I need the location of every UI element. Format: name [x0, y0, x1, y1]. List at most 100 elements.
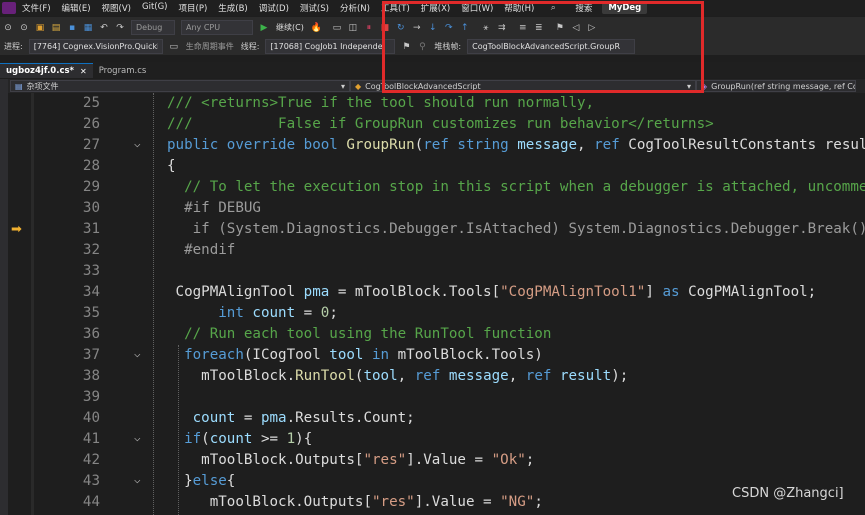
code-token: foreach — [167, 347, 244, 363]
code-token: in — [363, 347, 398, 363]
search-label[interactable]: 搜索 — [575, 2, 592, 14]
code-line[interactable]: 30 #if DEBUG — [0, 200, 865, 221]
fold-chevron-icon[interactable]: ⌵ — [134, 431, 141, 444]
code-token: ( — [201, 431, 210, 447]
new-file-icon[interactable]: ▣ — [35, 23, 45, 33]
code-token: #endif — [167, 242, 236, 258]
menu-item[interactable]: 窗口(W) — [461, 2, 493, 14]
tab-script-file[interactable]: ugboz4jf.0.cs* ✕ — [0, 63, 93, 78]
menu-item[interactable]: 编辑(E) — [62, 2, 91, 14]
flag-thread-icon[interactable]: ⚑ — [401, 42, 411, 52]
fold-chevron-icon[interactable]: ⌵ — [134, 137, 141, 150]
lifecycle-icon[interactable]: ▭ — [169, 42, 179, 52]
undo-icon[interactable]: ↶ — [99, 23, 109, 33]
menu-item[interactable]: 调试(D) — [259, 2, 289, 14]
play-icon[interactable]: ▶ — [259, 23, 269, 33]
code-token: ].Value = — [414, 494, 501, 510]
code-line[interactable]: 28 { — [0, 158, 865, 179]
fold-chevron-icon[interactable]: ⌵ — [134, 347, 141, 360]
fold-chevron-icon[interactable]: ⌵ — [134, 473, 141, 486]
menu-item[interactable]: Git(G) — [142, 2, 168, 14]
process-select[interactable]: [7764] Cognex.VisionPro.Quicki — [28, 39, 163, 54]
restart-icon[interactable]: ↻ — [396, 23, 406, 33]
code-token: int — [167, 305, 253, 321]
line-number: 28 — [82, 158, 100, 174]
code-line[interactable]: 34 CogPMAlignTool pma = mToolBlock.Tools… — [0, 284, 865, 305]
breakpoints-icon[interactable]: ⚹ — [481, 23, 491, 33]
code-editor[interactable]: 25 /// <returns>True if the tool should r… — [0, 93, 865, 515]
code-line[interactable]: 36 // Run each tool using the RunTool fu… — [0, 326, 865, 347]
uncomment-icon[interactable]: ≣ — [534, 23, 544, 33]
code-token: >= — [252, 431, 287, 447]
bookmark-icon[interactable]: ⚑ — [555, 23, 565, 33]
method-icon: ◈ — [701, 81, 708, 91]
save-icon[interactable]: ▪ — [67, 23, 77, 33]
menu-item[interactable]: 文件(F) — [22, 2, 51, 14]
code-line[interactable]: 40 count = pma.Results.Count; — [0, 410, 865, 431]
code-line[interactable]: 32 #endif — [0, 242, 865, 263]
code-token: "NG" — [500, 494, 535, 510]
menu-item[interactable]: 项目(P) — [179, 2, 208, 14]
code-line[interactable]: 26 /// False if GroupRun customizes run b… — [0, 116, 865, 137]
code-line[interactable]: 37 ⌵ foreach(ICogTool tool in mToolBlock.… — [0, 347, 865, 368]
open-folder-icon[interactable]: ▤ — [51, 23, 61, 33]
continue-button[interactable]: 继续(C) — [276, 22, 304, 33]
next-bookmark-icon[interactable]: ▷ — [587, 23, 597, 33]
code-token: count — [209, 431, 253, 447]
stack-frame-select[interactable]: CogToolBlockAdvancedScript.GroupR — [467, 39, 636, 54]
menu-item[interactable]: 扩展(X) — [421, 2, 450, 14]
comment-icon[interactable]: ≡ — [518, 23, 528, 33]
member-dropdown[interactable]: ◈ GroupRun(ref string message, ref Cog — [696, 80, 856, 92]
hot-reload-icon[interactable]: 🔥 — [311, 23, 322, 33]
line-number: 44 — [82, 494, 100, 510]
code-line[interactable]: 38 mToolBlock.RunTool(tool, ref message,… — [0, 368, 865, 389]
close-icon[interactable]: ✕ — [80, 67, 87, 76]
code-line[interactable]: 39 — [0, 389, 865, 410]
code-text: CogPMAlignTool pma = mToolBlock.Tools["C… — [167, 284, 817, 300]
code-line[interactable]: 35 int count = 0; — [0, 305, 865, 326]
step-out-icon[interactable]: ↑ — [460, 23, 470, 33]
code-token: "Ok" — [491, 452, 526, 468]
stop-icon[interactable]: ■ — [380, 23, 390, 33]
code-text: if (System.Diagnostics.Debugger.IsAttach… — [167, 221, 865, 237]
config-select[interactable]: Debug — [131, 20, 175, 35]
forward-icon[interactable]: ⊙ — [19, 23, 29, 33]
search-icon[interactable]: ⌕ — [548, 3, 558, 13]
code-line[interactable]: 33 — [0, 263, 865, 284]
lifecycle-events[interactable]: 生命周期事件 — [186, 41, 234, 52]
filter-icon[interactable]: ⚲ — [417, 42, 427, 52]
menu-item[interactable]: 工具(T) — [381, 2, 410, 14]
prev-bookmark-icon[interactable]: ◁ — [571, 23, 581, 33]
project-dropdown[interactable]: ▤ 杂项文件 ▾ — [10, 80, 350, 92]
class-dropdown[interactable]: ◆ CogToolBlockAdvancedScript ▾ — [350, 80, 696, 92]
save-all-icon[interactable]: ▦ — [83, 23, 93, 33]
platform-select[interactable]: Any CPU — [181, 20, 253, 35]
code-line[interactable]: 42 mToolBlock.Outputs["res"].Value = "Ok… — [0, 452, 865, 473]
code-line[interactable]: 41 ⌵ if(count >= 1){ — [0, 431, 865, 452]
code-line[interactable]: 31 if (System.Diagnostics.Debugger.IsAtt… — [0, 221, 865, 242]
redo-icon[interactable]: ↷ — [115, 23, 125, 33]
window-icon[interactable]: ◫ — [348, 23, 358, 33]
pause-icon[interactable]: ⏸ — [364, 23, 374, 33]
project-name[interactable]: MyDeg — [602, 2, 648, 14]
browser-icon[interactable]: ▭ — [332, 23, 342, 33]
project-dropdown-value: 杂项文件 — [26, 81, 59, 91]
menu-item[interactable]: 视图(V) — [102, 2, 131, 14]
code-line[interactable]: 25 /// <returns>True if the tool should r… — [0, 95, 865, 116]
code-token: (ICogTool — [243, 347, 330, 363]
menu-item[interactable]: 帮助(H) — [504, 2, 534, 14]
menu-item[interactable]: 分析(N) — [340, 2, 370, 14]
thread-select[interactable]: [17068] CogJob1 Independe — [265, 39, 396, 54]
step-into-icon[interactable]: ↓ — [428, 23, 438, 33]
back-icon[interactable]: ⊙ — [3, 23, 13, 33]
menu-item[interactable]: 测试(S) — [300, 2, 329, 14]
code-text: if(count >= 1){ — [167, 431, 312, 447]
tab-program-cs[interactable]: Program.cs — [93, 64, 153, 78]
show-next-statement-icon[interactable]: → — [412, 23, 422, 33]
menu-item[interactable]: 生成(B) — [218, 2, 247, 14]
step-over-icon[interactable]: ↷ — [444, 23, 454, 33]
code-token: { — [226, 473, 236, 489]
code-line[interactable]: 27 ⌵ public override bool GroupRun(ref str… — [0, 137, 865, 158]
threads-icon[interactable]: ⇉ — [497, 23, 507, 33]
code-line[interactable]: 29 // To let the execution stop in this … — [0, 179, 865, 200]
